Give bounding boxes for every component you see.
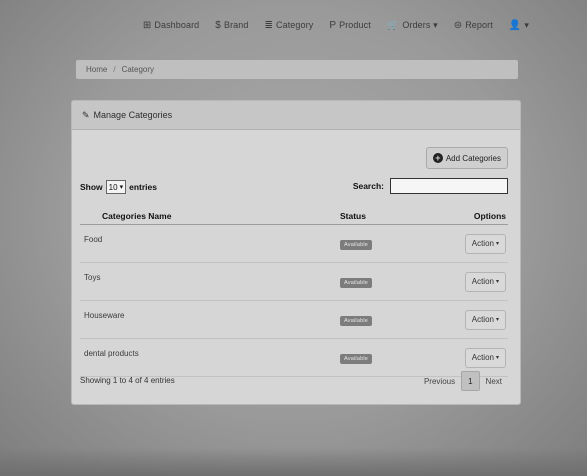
- action-dropdown-button[interactable]: Action ▾: [464, 271, 506, 292]
- entries-label: entries: [129, 182, 157, 192]
- nav-brand-label: Brand: [223, 20, 249, 30]
- category-name-cell: Food: [84, 235, 103, 244]
- page-button-1[interactable]: 1: [461, 371, 480, 391]
- chevron-down-icon: ▾: [119, 184, 124, 191]
- status-cell: Available: [310, 352, 402, 364]
- previous-page-button[interactable]: Previous: [418, 377, 461, 386]
- nav-user-caret: ▾: [524, 19, 529, 30]
- table-row: Toys Available Action ▾: [80, 263, 508, 301]
- table-controls: Show 10 ▾ entries Search:: [80, 178, 508, 196]
- nav-orders[interactable]: 🛒 Orders ▾: [387, 20, 438, 31]
- plus-circle-icon: +: [432, 153, 443, 163]
- table-info: Showing 1 to 4 of 4 entries: [80, 376, 175, 385]
- nav-user-menu[interactable]: 👤 ▾: [509, 20, 529, 31]
- bottom-shadow: [0, 448, 587, 476]
- action-label: Action: [471, 277, 494, 286]
- header-status[interactable]: Status: [310, 211, 402, 221]
- action-dropdown-button[interactable]: Action ▾: [464, 347, 506, 368]
- next-page-button[interactable]: Next: [480, 377, 508, 386]
- caret-down-icon: ▾: [495, 279, 499, 285]
- search-control: Search:: [353, 178, 508, 194]
- table-row: Food Available Action ▾: [80, 225, 508, 263]
- table-row: Houseware Available Action ▾: [80, 301, 508, 339]
- nav-product[interactable]: P Product: [329, 20, 371, 31]
- action-label: Action: [471, 353, 494, 362]
- page-size-value: 10: [108, 182, 118, 192]
- categories-table: Categories Name Status Options Food Avai…: [80, 208, 508, 377]
- add-categories-button[interactable]: + Add Categories: [425, 147, 508, 169]
- panel-heading: ✎ Manage Categories: [72, 101, 520, 130]
- status-badge: Available: [340, 315, 373, 326]
- table-header: Categories Name Status Options: [80, 208, 508, 225]
- edit-icon: ✎: [82, 109, 90, 120]
- breadcrumb: Home / Category: [76, 60, 518, 79]
- category-name-cell: Toys: [84, 273, 101, 282]
- report-icon: ⊜: [453, 19, 463, 31]
- options-cell: Action ▾: [402, 271, 508, 292]
- top-navbar: ⊞ Dashboard $ Brand ≣ Category P Product…: [0, 8, 587, 42]
- category-icon: ≣: [264, 19, 273, 31]
- user-icon: 👤: [508, 19, 522, 31]
- options-cell: Action ▾: [402, 347, 508, 368]
- nav-report[interactable]: ⊜ Report: [454, 20, 493, 31]
- header-options: Options: [473, 211, 506, 221]
- action-dropdown-button[interactable]: Action ▾: [464, 309, 506, 330]
- search-label: Search:: [352, 181, 384, 191]
- add-categories-label: Add Categories: [445, 153, 501, 163]
- table-footer: Showing 1 to 4 of 4 entries Previous 1 N…: [80, 370, 508, 392]
- caret-down-icon: ▾: [495, 355, 499, 361]
- options-cell: Action ▾: [402, 309, 508, 330]
- breadcrumb-home[interactable]: Home: [86, 65, 107, 74]
- status-cell: Available: [310, 238, 402, 250]
- orders-icon: 🛒: [386, 19, 400, 31]
- action-label: Action: [471, 239, 494, 248]
- category-name-cell: dental products: [84, 349, 139, 358]
- nav-category-label: Category: [275, 20, 314, 30]
- breadcrumb-current: Category: [121, 65, 155, 74]
- panel-title: Manage Categories: [93, 110, 173, 120]
- nav-report-label: Report: [465, 20, 493, 30]
- nav-dashboard[interactable]: ⊞ Dashboard: [143, 20, 199, 31]
- category-name-cell: Houseware: [84, 311, 125, 320]
- brand-icon: $: [215, 19, 221, 31]
- page-length-control: Show 10 ▾ entries: [80, 180, 157, 194]
- caret-down-icon: ▾: [495, 317, 499, 323]
- nav-product-label: Product: [339, 20, 371, 30]
- breadcrumb-separator: /: [113, 65, 116, 74]
- nav-orders-label: Orders ▾: [402, 19, 438, 30]
- status-badge: Available: [340, 353, 373, 364]
- status-cell: Available: [310, 314, 402, 326]
- product-icon: P: [329, 19, 337, 31]
- pagination: Previous 1 Next: [418, 370, 508, 392]
- nav-category[interactable]: ≣ Category: [265, 20, 314, 31]
- search-input[interactable]: [390, 178, 508, 194]
- action-dropdown-button[interactable]: Action ▾: [464, 233, 506, 254]
- status-badge: Available: [340, 239, 373, 250]
- options-cell: Action ▾: [402, 233, 508, 254]
- action-label: Action: [471, 315, 494, 324]
- page-size-select[interactable]: 10 ▾: [105, 180, 127, 194]
- dashboard-icon: ⊞: [142, 19, 152, 31]
- show-label: Show: [80, 182, 103, 192]
- caret-down-icon: ▾: [495, 241, 499, 247]
- status-badge: Available: [340, 277, 373, 288]
- status-cell: Available: [310, 276, 402, 288]
- nav-brand[interactable]: $ Brand: [215, 20, 248, 31]
- header-categories-name[interactable]: Categories Name: [80, 211, 310, 221]
- nav-dashboard-label: Dashboard: [154, 20, 200, 30]
- manage-categories-panel: ✎ Manage Categories + Add Categories Sho…: [71, 100, 521, 405]
